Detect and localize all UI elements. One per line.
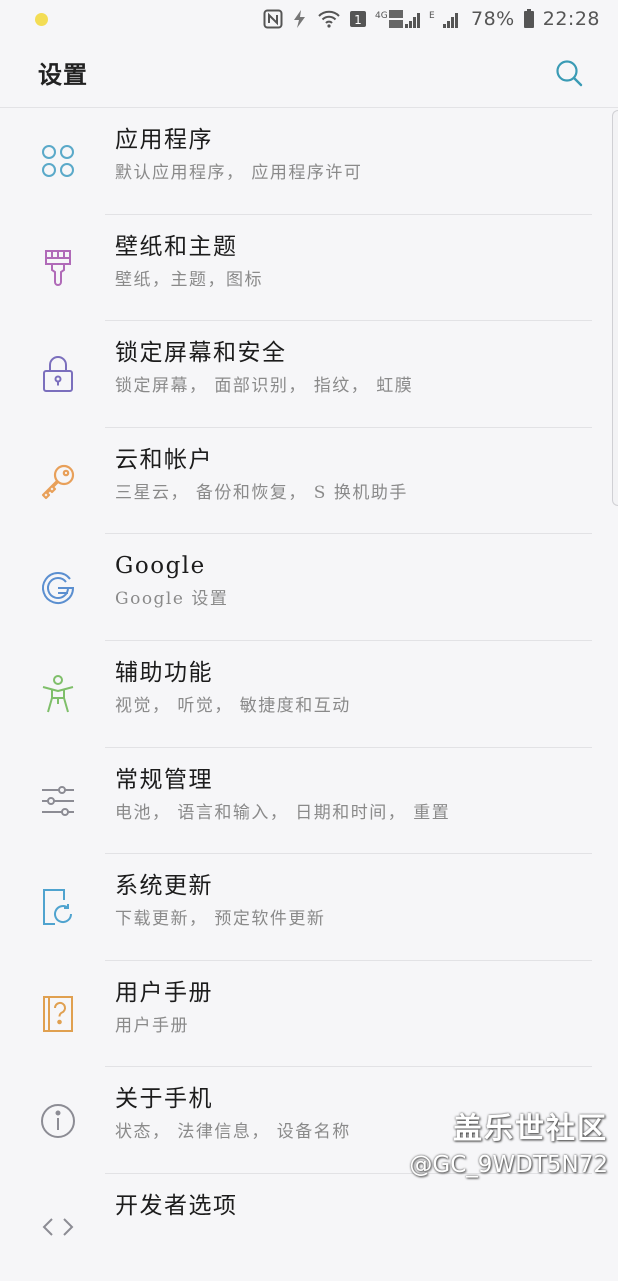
apps-grid-icon [37, 140, 79, 182]
user-manual-icon [37, 993, 79, 1035]
item-subtitle: 三星云， 备份和恢复， S 换机助手 [115, 479, 588, 507]
app-bar: 设置 [0, 38, 618, 108]
settings-item-system-update[interactable]: 系统更新 下载更新， 预定软件更新 [0, 854, 618, 961]
watermark: 盖乐世社区 @GC_9WDT5N72 [409, 1110, 608, 1180]
page-title: 设置 [38, 55, 88, 90]
settings-item-cloud-accounts[interactable]: 云和帐户 三星云， 备份和恢复， S 换机助手 [0, 428, 618, 535]
item-subtitle: 锁定屏幕， 面部识别， 指纹， 虹膜 [115, 372, 588, 400]
item-subtitle: 电池， 语言和输入， 日期和时间， 重置 [115, 799, 588, 827]
settings-item-accessibility[interactable]: 辅助功能 视觉， 听觉， 敏捷度和互动 [0, 641, 618, 748]
lock-icon [37, 353, 79, 395]
item-subtitle: Google 设置 [115, 585, 588, 613]
wifi-icon [317, 9, 341, 29]
info-icon [37, 1100, 79, 1142]
settings-item-developer-options[interactable]: 开发者选项 [0, 1174, 618, 1281]
notification-dot [35, 13, 48, 26]
settings-item-user-manual[interactable]: 用户手册 用户手册 [0, 961, 618, 1068]
item-title: 锁定屏幕和安全 [115, 336, 588, 370]
item-subtitle: 用户手册 [115, 1012, 588, 1040]
item-subtitle: 默认应用程序， 应用程序许可 [115, 159, 588, 187]
svg-text:E: E [429, 11, 435, 21]
network-4g-signal: 4G [375, 8, 421, 30]
settings-item-wallpapers-themes[interactable]: 壁纸和主题 壁纸，主题，图标 [0, 215, 618, 322]
network-e-signal: E [429, 8, 463, 30]
sliders-icon [37, 780, 79, 822]
accessibility-icon [37, 673, 79, 715]
item-title: Google [115, 549, 588, 583]
flash-charge-icon [291, 9, 309, 29]
search-button[interactable] [552, 56, 586, 90]
sim-badge: 1 [349, 9, 367, 29]
watermark-logo: 盖乐世社区 [409, 1110, 608, 1146]
key-icon [37, 460, 79, 502]
battery-icon [523, 9, 535, 29]
svg-text:4G: 4G [375, 11, 388, 21]
search-icon [554, 58, 584, 88]
item-title: 壁纸和主题 [115, 230, 588, 264]
item-title: 云和帐户 [115, 443, 588, 477]
item-title: 辅助功能 [115, 656, 588, 690]
system-update-icon [37, 886, 79, 928]
item-subtitle: 下载更新， 预定软件更新 [115, 905, 588, 933]
google-icon [37, 567, 79, 609]
settings-item-apps[interactable]: 应用程序 默认应用程序， 应用程序许可 [0, 108, 618, 215]
settings-item-lockscreen-security[interactable]: 锁定屏幕和安全 锁定屏幕， 面部识别， 指纹， 虹膜 [0, 321, 618, 428]
item-title: 常规管理 [115, 763, 588, 797]
nfc-icon [263, 9, 283, 29]
paintbrush-icon [37, 247, 79, 289]
settings-item-google[interactable]: Google Google 设置 [0, 534, 618, 641]
item-subtitle: 壁纸，主题，图标 [115, 266, 588, 294]
watermark-user: @GC_9WDT5N72 [409, 1150, 608, 1180]
settings-item-general-management[interactable]: 常规管理 电池， 语言和输入， 日期和时间， 重置 [0, 748, 618, 855]
clock: 22:28 [543, 8, 600, 30]
item-title: 用户手册 [115, 976, 588, 1010]
item-title: 系统更新 [115, 869, 588, 903]
item-title: 应用程序 [115, 123, 588, 157]
svg-text:1: 1 [354, 13, 362, 27]
battery-percent: 78% [471, 8, 515, 30]
developer-icon [37, 1206, 79, 1248]
status-bar: 1 4G E 78% 22:28 [0, 0, 618, 38]
item-subtitle: 视觉， 听觉， 敏捷度和互动 [115, 692, 588, 720]
scroll-indicator[interactable] [612, 110, 618, 506]
settings-list: 应用程序 默认应用程序， 应用程序许可 壁纸和主题 壁纸，主题，图标 锁定屏幕和… [0, 108, 618, 1281]
item-title: 开发者选项 [115, 1189, 588, 1223]
